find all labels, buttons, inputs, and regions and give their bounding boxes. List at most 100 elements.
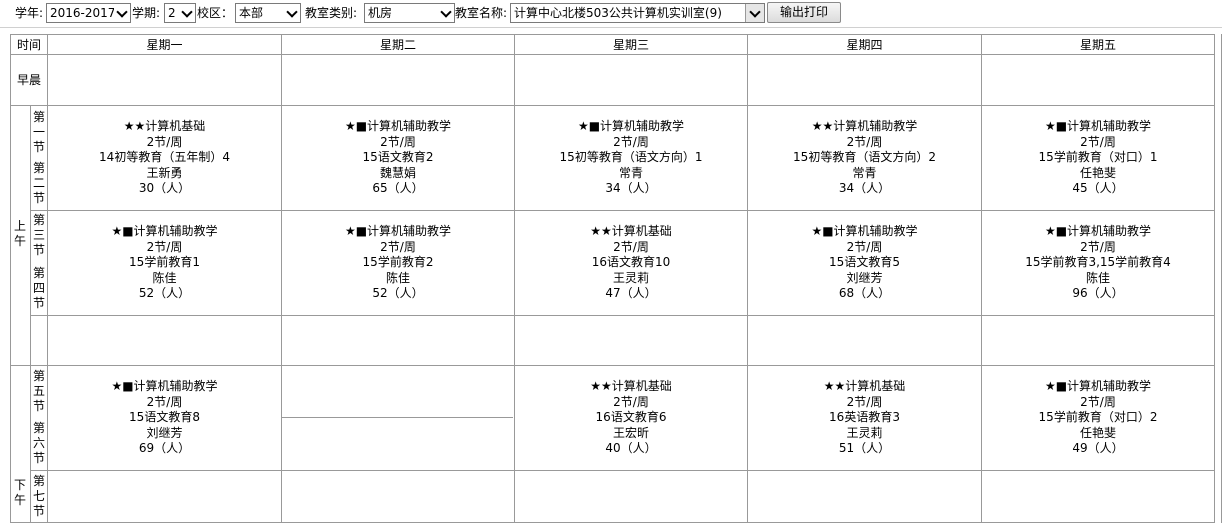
course-title: ★★计算机辅助教学 xyxy=(811,119,918,133)
course-title: ★■计算机辅助教学 xyxy=(111,379,218,393)
early-morning-label: 早晨 xyxy=(16,73,41,87)
course-teacher: 刘继芳 xyxy=(846,270,883,285)
course-cell-thu-p5[interactable]: ★★计算机基础 2节/周 16英语教育3 王灵莉 51（人） xyxy=(748,379,981,457)
course-count: 40（人） xyxy=(605,441,657,456)
course-class: 15学前教育3,15学前教育4 xyxy=(1025,255,1171,270)
course-class: 15学前教育1 xyxy=(129,255,200,270)
course-count: 47（人） xyxy=(605,286,657,301)
grid-line xyxy=(30,470,1214,471)
grid-line xyxy=(10,522,1214,523)
course-teacher: 任艳斐 xyxy=(1079,165,1116,180)
course-cell-fri-p3[interactable]: ★■计算机辅助教学 2节/周 15学前教育3,15学前教育4 陈佳 96（人） xyxy=(982,224,1214,302)
course-frequency: 2节/周 xyxy=(846,394,883,409)
course-frequency: 2节/周 xyxy=(1080,394,1116,409)
course-frequency: 2节/周 xyxy=(613,239,649,254)
am-label: 上午 xyxy=(13,219,26,248)
course-count: 69（人） xyxy=(138,441,191,456)
course-cell-thu-p3[interactable]: ★■计算机辅助教学 2节/周 15语文教育5 刘继芳 68（人） xyxy=(748,224,981,302)
course-teacher: 陈佳 xyxy=(1085,270,1110,285)
course-count: 96（人） xyxy=(1072,286,1124,301)
course-cell-mon-p3[interactable]: ★■计算机辅助教学 2节/周 15学前教育1 陈佳 52（人） xyxy=(48,224,281,302)
course-class: 15初等教育（语文方向）1 xyxy=(559,150,703,165)
course-teacher: 任艳斐 xyxy=(1079,425,1116,440)
pm-label: 下午 xyxy=(13,478,26,507)
course-cell-mon-p5[interactable]: ★■计算机辅助教学 2节/周 15语文教育8 刘继芳 69（人） xyxy=(48,379,281,457)
course-title: ★■计算机辅助教学 xyxy=(1044,119,1152,133)
grid-line xyxy=(10,105,1214,106)
grid-line xyxy=(10,54,1214,55)
course-teacher: 常青 xyxy=(852,165,877,180)
course-title: ★★计算机基础 xyxy=(590,379,672,393)
course-frequency: 2节/周 xyxy=(846,134,883,149)
day-header-fri: 星期五 xyxy=(1079,38,1116,52)
day-header-thu: 星期四 xyxy=(846,38,883,52)
course-cell-mon-p1[interactable]: ★★计算机基础 2节/周 14初等教育（五年制）4 王新勇 30（人） xyxy=(48,119,281,197)
time-header: 时间 xyxy=(16,38,41,52)
course-frequency: 2节/周 xyxy=(146,394,183,409)
course-count: 68（人） xyxy=(838,286,891,301)
course-teacher: 王新勇 xyxy=(146,165,183,180)
course-cell-tue-p1[interactable]: ★■计算机辅助教学 2节/周 15语文教育2 魏慧娟 65（人） xyxy=(282,119,514,197)
course-cell-fri-p5[interactable]: ★■计算机辅助教学 2节/周 15学前教育（对口）2 任艳斐 49（人） xyxy=(982,379,1214,457)
course-teacher: 陈佳 xyxy=(152,270,177,285)
course-frequency: 2节/周 xyxy=(380,134,416,149)
course-teacher: 王灵莉 xyxy=(612,270,649,285)
course-class: 14初等教育（五年制）4 xyxy=(99,150,230,165)
course-class: 15学前教育（对口）2 xyxy=(1038,410,1158,425)
course-count: 49（人） xyxy=(1072,441,1124,456)
grid-line xyxy=(10,365,1214,366)
course-title: ★■计算机辅助教学 xyxy=(577,119,685,133)
course-teacher: 王灵莉 xyxy=(846,425,883,440)
course-frequency: 2节/周 xyxy=(146,134,183,149)
course-class: 15初等教育（语文方向）2 xyxy=(793,150,936,165)
course-title: ★★计算机基础 xyxy=(123,119,206,133)
course-count: 52（人） xyxy=(138,286,191,301)
period-5-label: 第五节 xyxy=(32,369,45,413)
course-cell-fri-p1[interactable]: ★■计算机辅助教学 2节/周 15学前教育（对口）1 任艳斐 45（人） xyxy=(982,119,1214,197)
course-title: ★★计算机基础 xyxy=(590,224,672,238)
course-frequency: 2节/周 xyxy=(846,239,883,254)
course-cell-wed-p5[interactable]: ★★计算机基础 2节/周 16语文教育6 王宏昕 40（人） xyxy=(515,379,747,457)
course-teacher: 刘继芳 xyxy=(146,425,183,440)
course-count: 34（人） xyxy=(605,181,657,196)
course-title: ★■计算机辅助教学 xyxy=(811,224,918,238)
course-class: 16英语教育3 xyxy=(829,410,900,425)
course-count: 52（人） xyxy=(372,286,424,301)
grid-line xyxy=(282,417,513,418)
period-1-label: 第一节 xyxy=(32,110,45,154)
course-class: 15语文教育5 xyxy=(829,255,900,270)
period-3-label: 第三节 xyxy=(32,213,45,257)
course-cell-tue-p3[interactable]: ★■计算机辅助教学 2节/周 15学前教育2 陈佳 52（人） xyxy=(282,224,514,302)
course-teacher: 常青 xyxy=(618,165,643,180)
course-class: 16语文教育10 xyxy=(591,255,671,270)
course-frequency: 2节/周 xyxy=(146,239,183,254)
timetable: 时间 星期一 星期二 星期三 星期四 星期五 早晨 上午 下午 第一节 第二节 … xyxy=(0,0,1222,527)
course-cell-thu-p1[interactable]: ★★计算机辅助教学 2节/周 15初等教育（语文方向）2 常青 34（人） xyxy=(748,119,981,197)
course-class: 15学前教育（对口）1 xyxy=(1038,150,1158,165)
grid-line xyxy=(1214,34,1215,523)
period-6-label: 第六节 xyxy=(32,421,45,465)
course-count: 30（人） xyxy=(138,181,191,196)
course-class: 16语文教育6 xyxy=(595,410,667,425)
period-2-label: 第二节 xyxy=(32,161,45,205)
period-4-label: 第四节 xyxy=(32,266,45,310)
day-header-wed: 星期三 xyxy=(612,38,649,52)
course-count: 34（人） xyxy=(838,181,891,196)
grid-line xyxy=(30,210,1214,211)
period-7-label: 第七节 xyxy=(32,474,45,518)
course-frequency: 2节/周 xyxy=(380,239,416,254)
course-teacher: 陈佳 xyxy=(385,270,410,285)
course-title: ★★计算机基础 xyxy=(823,379,906,393)
course-class: 15学前教育2 xyxy=(362,255,434,270)
course-title: ★■计算机辅助教学 xyxy=(344,224,452,238)
course-cell-wed-p3[interactable]: ★★计算机基础 2节/周 16语文教育10 王灵莉 47（人） xyxy=(515,224,747,302)
course-title: ★■计算机辅助教学 xyxy=(111,224,218,238)
course-title: ★■计算机辅助教学 xyxy=(344,119,452,133)
course-teacher: 王宏昕 xyxy=(612,425,649,440)
course-cell-wed-p1[interactable]: ★■计算机辅助教学 2节/周 15初等教育（语文方向）1 常青 34（人） xyxy=(515,119,747,197)
grid-line xyxy=(30,315,1214,316)
course-title: ★■计算机辅助教学 xyxy=(1044,224,1152,238)
grid-line xyxy=(10,34,11,523)
course-count: 45（人） xyxy=(1072,181,1124,196)
course-frequency: 2节/周 xyxy=(1080,134,1116,149)
